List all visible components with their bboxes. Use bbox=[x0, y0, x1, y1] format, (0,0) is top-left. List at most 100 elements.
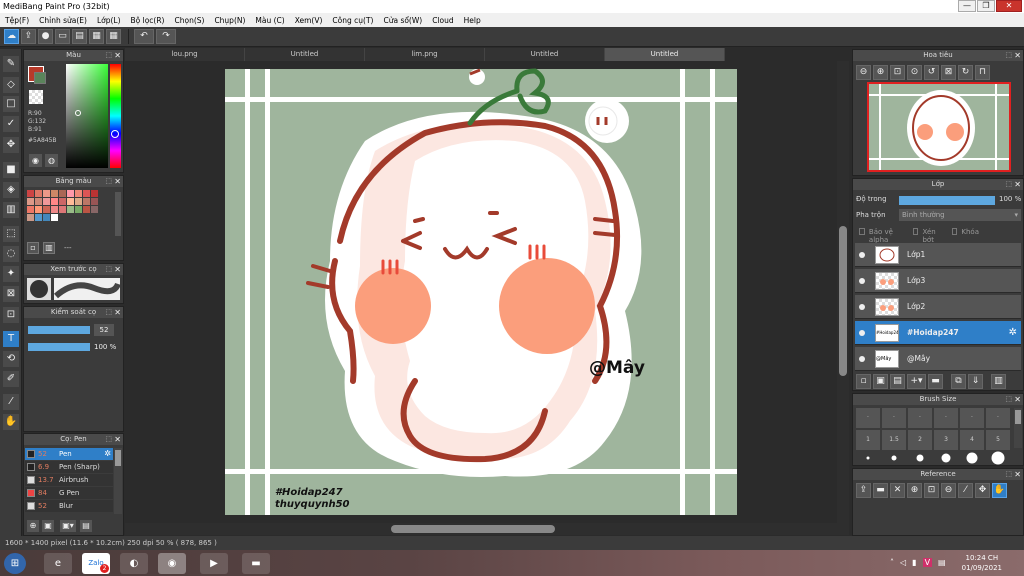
eye-icon[interactable] bbox=[859, 356, 865, 362]
lock-icon[interactable]: ⊓ bbox=[975, 65, 990, 80]
upload-icon[interactable]: ⇪ bbox=[21, 29, 36, 44]
menu-filter[interactable]: Bộ lọc(R) bbox=[126, 16, 170, 25]
upload-icon[interactable]: ⇪ bbox=[856, 483, 871, 498]
palette-swatch[interactable] bbox=[27, 198, 34, 205]
internet-explorer-icon[interactable]: e bbox=[44, 553, 72, 574]
select-pen2-icon[interactable]: ⊠ bbox=[3, 286, 19, 302]
palette-swatch[interactable] bbox=[75, 206, 82, 213]
window-icon[interactable]: ▭ bbox=[55, 29, 70, 44]
brush-size-scrollbar[interactable] bbox=[1014, 408, 1022, 448]
select-rect-icon[interactable]: ⬚ bbox=[3, 226, 19, 242]
palette-swatch[interactable] bbox=[43, 214, 50, 221]
brush-size-option[interactable]: 3 bbox=[933, 429, 959, 451]
palette-swatch[interactable] bbox=[51, 198, 58, 205]
palette-swatch[interactable] bbox=[51, 206, 58, 213]
palette-swatch[interactable] bbox=[83, 198, 90, 205]
menu-snap[interactable]: Chụp(N) bbox=[209, 16, 250, 25]
protect-alpha-checkbox[interactable] bbox=[859, 228, 865, 235]
trash-icon[interactable]: ▥ bbox=[43, 242, 55, 254]
menu-file[interactable]: Tệp(F) bbox=[0, 16, 34, 25]
menu-edit[interactable]: Chỉnh sửa(E) bbox=[34, 16, 92, 25]
layer-row[interactable]: @Mây @Mây bbox=[855, 347, 1021, 371]
brush-size-option[interactable]: . bbox=[855, 407, 881, 429]
new-layer-8bit-icon[interactable]: ▣ bbox=[873, 374, 888, 389]
lasso-tool-icon[interactable]: ◌ bbox=[3, 246, 19, 262]
close-panel-icon[interactable]: ✕ bbox=[1014, 50, 1021, 61]
hand-icon[interactable]: ✋ bbox=[992, 483, 1007, 498]
minimize-button[interactable]: — bbox=[958, 0, 976, 12]
float-icon[interactable]: ⬚ bbox=[1005, 179, 1012, 190]
blend-mode-select[interactable]: Bình thường ▾ bbox=[899, 209, 1021, 221]
palette-swatch[interactable] bbox=[43, 190, 50, 197]
canvas-area[interactable]: @Mây #Hoidap247 thuyquynh50 bbox=[125, 61, 837, 523]
brush-size-option[interactable]: 1.5 bbox=[881, 429, 907, 451]
color-picker-cursor[interactable] bbox=[75, 110, 81, 116]
eye-icon[interactable] bbox=[859, 304, 865, 310]
close-panel-icon[interactable]: ✕ bbox=[114, 307, 121, 318]
merge-down-icon[interactable]: ⇓ bbox=[968, 374, 983, 389]
menu-color[interactable]: Màu (C) bbox=[250, 16, 289, 25]
brush-doc-icon[interactable]: ▤ bbox=[80, 520, 92, 532]
trash-icon[interactable]: ▥ bbox=[991, 374, 1006, 389]
brush-size-option[interactable]: . bbox=[985, 407, 1011, 429]
brush-item[interactable]: 6.9 Pen (Sharp) bbox=[25, 461, 113, 473]
palette-swatch[interactable] bbox=[75, 198, 82, 205]
text-tool-icon[interactable]: T bbox=[3, 331, 19, 347]
tab-untitled-2[interactable]: Untitled bbox=[485, 48, 605, 61]
folder-icon[interactable]: ▬ bbox=[928, 374, 943, 389]
grid-icon[interactable]: ▦ bbox=[106, 29, 121, 44]
layout-icon[interactable]: ▦ bbox=[89, 29, 104, 44]
comment-icon[interactable]: ● bbox=[38, 29, 53, 44]
brush-size-option[interactable]: . bbox=[959, 407, 985, 429]
palette-swatch[interactable] bbox=[91, 198, 98, 205]
float-icon[interactable]: ⬚ bbox=[105, 307, 112, 318]
folder-icon[interactable]: ▬ bbox=[873, 483, 888, 498]
zoom-in-icon[interactable]: ⊕ bbox=[873, 65, 888, 80]
layer-row[interactable]: Lớp2 bbox=[855, 295, 1021, 319]
gear-icon[interactable]: ✲ bbox=[104, 448, 111, 460]
transparent-swatch[interactable] bbox=[29, 90, 43, 104]
zoom-out-icon[interactable]: ⊖ bbox=[941, 483, 956, 498]
hand-tool-icon[interactable]: ✋ bbox=[3, 414, 19, 430]
undo-icon[interactable]: ↶ bbox=[134, 29, 154, 44]
magic-wand-icon[interactable]: ✦ bbox=[3, 266, 19, 282]
move-icon[interactable]: ✥ bbox=[975, 483, 990, 498]
horizontal-scroll-thumb[interactable] bbox=[391, 525, 555, 533]
palette-swatch[interactable] bbox=[27, 190, 34, 197]
menu-help[interactable]: Help bbox=[459, 16, 486, 25]
tab-lou[interactable]: lou.png bbox=[125, 48, 245, 61]
hue-slider[interactable] bbox=[110, 64, 121, 168]
flip-icon[interactable]: ⊠ bbox=[941, 65, 956, 80]
menu-select[interactable]: Chọn(S) bbox=[169, 16, 209, 25]
close-panel-icon[interactable]: ✕ bbox=[1014, 179, 1021, 190]
rotate-cw-icon[interactable]: ↻ bbox=[958, 65, 973, 80]
eye-icon[interactable] bbox=[859, 252, 865, 258]
brush-size-option[interactable]: . bbox=[933, 407, 959, 429]
gear-icon[interactable]: ✲ bbox=[1009, 327, 1017, 338]
tab-lim[interactable]: lim.png bbox=[365, 48, 485, 61]
layer-opacity-slider[interactable] bbox=[899, 196, 995, 205]
palette-swatch[interactable] bbox=[35, 214, 42, 221]
float-icon[interactable]: ⬚ bbox=[1005, 50, 1012, 61]
maximize-button[interactable]: ❐ bbox=[977, 0, 995, 12]
palette-swatch[interactable] bbox=[67, 190, 74, 197]
system-clock[interactable]: 10:24 CH 01/09/2021 bbox=[962, 553, 1002, 573]
panel-icon[interactable]: ▤ bbox=[72, 29, 87, 44]
vertical-scroll-thumb[interactable] bbox=[839, 226, 847, 376]
palette-swatch[interactable] bbox=[59, 198, 66, 205]
float-icon[interactable]: ⬚ bbox=[1005, 469, 1012, 480]
float-icon[interactable]: ⬚ bbox=[105, 434, 112, 445]
new-layer-1bit-icon[interactable]: ▤ bbox=[890, 374, 905, 389]
saturation-value-picker[interactable] bbox=[66, 64, 108, 168]
float-icon[interactable]: ⬚ bbox=[1005, 394, 1012, 405]
palette-swatch[interactable] bbox=[35, 190, 42, 197]
new-palette-icon[interactable]: ▫ bbox=[27, 242, 39, 254]
clipping-checkbox[interactable] bbox=[912, 228, 919, 235]
eyedropper-icon[interactable]: ⁄ bbox=[958, 483, 973, 498]
hue-slider-cursor[interactable] bbox=[111, 130, 119, 138]
menu-cloud[interactable]: Cloud bbox=[427, 16, 458, 25]
zoom-out-icon[interactable]: ⊖ bbox=[856, 65, 871, 80]
select-pen-icon[interactable]: ✓ bbox=[3, 116, 19, 132]
close-panel-icon[interactable]: ✕ bbox=[114, 176, 121, 187]
close-button[interactable]: ✕ bbox=[996, 0, 1022, 12]
